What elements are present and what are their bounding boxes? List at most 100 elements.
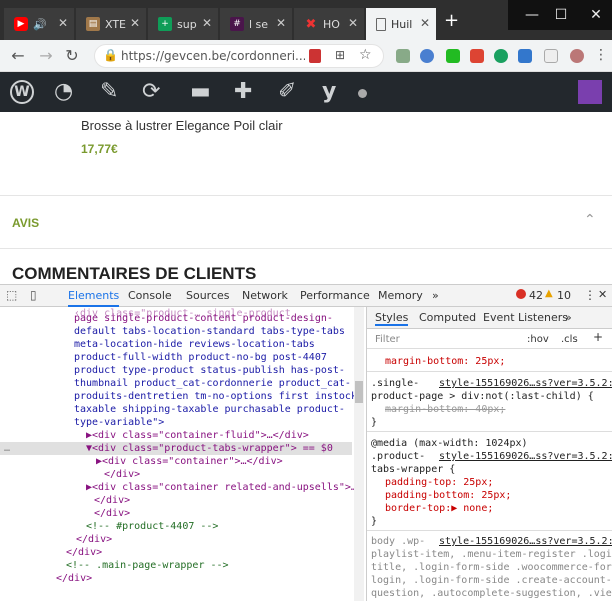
css-declaration-overridden[interactable]: margin-bottom: 40px; bbox=[385, 403, 505, 416]
s-extension-icon[interactable] bbox=[420, 49, 434, 63]
new-content-icon[interactable]: ✚ bbox=[234, 80, 252, 104]
style-source-link[interactable]: style-155169026…ss?ver=3.5.2:2 bbox=[439, 450, 612, 463]
class-value-line[interactable]: page single-product-content product-desi… bbox=[74, 312, 333, 325]
class-value-line[interactable]: produits-dentretien tm-no-options first … bbox=[74, 390, 357, 403]
wordpress-icon[interactable]: W bbox=[10, 80, 34, 104]
computed-tab[interactable]: Computed bbox=[419, 311, 476, 324]
dom-node[interactable]: </div> bbox=[66, 546, 102, 559]
close-window-button[interactable]: ✕ bbox=[580, 0, 612, 30]
scrollbar-thumb[interactable] bbox=[355, 381, 363, 403]
css-selector[interactable]: product-page > div:not(:last-child) { bbox=[371, 390, 594, 403]
page-extension-icon[interactable] bbox=[544, 49, 558, 63]
class-value-line[interactable]: product-full-width product-no-bg post-44… bbox=[74, 351, 327, 364]
css-declaration[interactable]: margin-bottom: 25px; bbox=[385, 356, 505, 367]
warning-count[interactable]: 10 bbox=[557, 289, 571, 302]
css-selector[interactable]: login, .login-form-side .create-account- bbox=[371, 574, 612, 587]
maximize-button[interactable]: ☐ bbox=[542, 0, 580, 30]
dom-node[interactable]: </div> bbox=[56, 572, 92, 585]
reload-icon[interactable]: ↻ bbox=[62, 46, 82, 65]
css-selector[interactable]: question, .autocomplete-suggestion, .vie… bbox=[371, 587, 612, 600]
tab-youtube[interactable]: ▶ 🔊 ✕ bbox=[4, 8, 74, 40]
tab-ho[interactable]: ✖ HO ✕ bbox=[294, 8, 364, 40]
ellipsis-icon[interactable]: … bbox=[4, 442, 10, 455]
brush-icon[interactable]: ✎ bbox=[100, 80, 118, 104]
close-tab-icon[interactable]: ✕ bbox=[276, 16, 286, 30]
class-value-line[interactable]: meta-location-hide reviews-location-tabs bbox=[74, 338, 315, 351]
devtools-tab-console[interactable]: Console bbox=[128, 289, 172, 302]
elements-tree[interactable]: ‹div class="product-… single-product pag… bbox=[0, 307, 364, 601]
dom-node-selected[interactable]: ▼<div class="product-tabs-wrapper"> == $… bbox=[86, 442, 333, 455]
dashboard-icon[interactable]: ◔ bbox=[54, 80, 73, 104]
address-bar[interactable]: 🔒 https://gevcen.be/cordonneri... ⊞ ☆ bbox=[94, 44, 384, 68]
product-name[interactable]: Brosse à lustrer Elegance Poil clair bbox=[81, 118, 283, 133]
hover-toggle[interactable]: :hov bbox=[527, 333, 549, 346]
class-value-line[interactable]: product type-product status-publish has-… bbox=[74, 364, 345, 377]
css-selector[interactable]: body .wp- bbox=[371, 535, 425, 548]
chevron-up-icon[interactable]: ⌃ bbox=[584, 212, 596, 228]
devtools-tab-elements[interactable]: Elements bbox=[68, 289, 120, 307]
styles-filter-input[interactable]: Filter bbox=[375, 333, 400, 346]
back-arrow-icon[interactable]: ← bbox=[8, 46, 28, 65]
devtools-tab-network[interactable]: Network bbox=[242, 289, 288, 302]
grammarly-icon[interactable] bbox=[494, 49, 508, 63]
reviews-section-label[interactable]: AVIS bbox=[12, 216, 39, 230]
yoast-icon[interactable]: y bbox=[322, 80, 336, 104]
class-value-line[interactable]: thumbnail product_cat-cordonnerie produc… bbox=[74, 377, 351, 390]
close-tab-icon[interactable]: ✕ bbox=[202, 16, 212, 30]
elements-scrollbar[interactable] bbox=[354, 307, 364, 601]
devtools-tab-more[interactable]: » bbox=[432, 289, 439, 302]
devtools-tab-memory[interactable]: Memory bbox=[378, 289, 423, 302]
error-count[interactable]: 42 bbox=[529, 289, 543, 302]
css-declaration[interactable]: padding-bottom: 25px; bbox=[385, 489, 511, 502]
css-declaration[interactable]: border-top:▶ none; bbox=[385, 502, 493, 515]
translate-icon[interactable]: ⊞ bbox=[335, 48, 345, 62]
styles-tab[interactable]: Styles bbox=[375, 311, 409, 326]
comments-icon[interactable]: ▬ bbox=[190, 80, 211, 104]
css-declaration[interactable]: padding-top: 25px; bbox=[385, 476, 493, 489]
close-tab-icon[interactable]: ✕ bbox=[348, 16, 358, 30]
tab-sup[interactable]: + sup ✕ bbox=[148, 8, 218, 40]
dom-node[interactable]: </div> bbox=[104, 468, 140, 481]
red-extension-icon[interactable] bbox=[470, 49, 484, 63]
class-toggle[interactable]: .cls bbox=[561, 333, 578, 346]
css-selector[interactable]: tabs-wrapper { bbox=[371, 463, 455, 476]
tab-huil[interactable]: Huil ✕ bbox=[366, 8, 436, 40]
recycle-icon[interactable] bbox=[396, 49, 410, 63]
inspect-icon[interactable]: ⬚ bbox=[6, 288, 17, 302]
dom-node[interactable]: ▶<div class="container-fluid">…</div> bbox=[86, 429, 309, 442]
devtools-tab-performance[interactable]: Performance bbox=[300, 289, 370, 302]
extension-icon[interactable] bbox=[309, 49, 321, 63]
dom-node[interactable]: </div> bbox=[94, 494, 130, 507]
css-selector[interactable]: title, .login-form-side .woocommerce-for… bbox=[371, 561, 612, 574]
style-source-link[interactable]: style-155169026…ss?ver=3.5.2:2 bbox=[439, 535, 612, 548]
dom-node[interactable]: ▶<div class="container">…</div> bbox=[96, 455, 283, 468]
dom-node[interactable]: ▶<div class="container related-and-upsel… bbox=[86, 481, 357, 494]
edit-icon[interactable]: ✐ bbox=[278, 80, 296, 104]
avatar[interactable] bbox=[570, 49, 584, 63]
more-tabs[interactable]: » bbox=[565, 311, 572, 324]
new-tab-button[interactable]: + bbox=[444, 12, 459, 30]
css-selector[interactable]: .single- bbox=[371, 377, 419, 390]
css-selector[interactable]: playlist-item, .menu-item-register .logi… bbox=[371, 548, 612, 561]
blue-extension-icon[interactable] bbox=[518, 49, 532, 63]
forward-arrow-icon[interactable]: → bbox=[36, 46, 56, 65]
dom-node[interactable]: </div> bbox=[94, 507, 130, 520]
add-rule-button[interactable]: + bbox=[593, 331, 603, 344]
speaker-icon[interactable]: 🔊 bbox=[33, 18, 47, 31]
style-source-link[interactable]: style-155169026…ss?ver=3.5.2:2 bbox=[439, 377, 612, 390]
updates-icon[interactable]: ⟳ bbox=[142, 80, 160, 104]
class-value-line[interactable]: default tabs-location-standard tabs-type… bbox=[74, 325, 345, 338]
devtools-tab-sources[interactable]: Sources bbox=[186, 289, 230, 302]
tab-xte[interactable]: ▤ XTE ✕ bbox=[76, 8, 146, 40]
close-tab-icon[interactable]: ✕ bbox=[58, 16, 68, 30]
event-listeners-tab[interactable]: Event Listeners bbox=[483, 311, 568, 324]
close-tab-icon[interactable]: ✕ bbox=[130, 16, 140, 30]
class-value-line[interactable]: type-variable"> bbox=[74, 416, 164, 429]
green-extension-icon[interactable] bbox=[446, 49, 460, 63]
dom-node[interactable]: </div> bbox=[76, 533, 112, 546]
user-avatar[interactable] bbox=[578, 80, 602, 104]
menu-kebab-icon[interactable]: ⋮ bbox=[594, 47, 608, 63]
tab-slack[interactable]: # l se ✕ bbox=[220, 8, 292, 40]
devtools-close-icon[interactable]: ✕ bbox=[598, 288, 607, 301]
device-toggle-icon[interactable]: ▯ bbox=[30, 288, 37, 302]
